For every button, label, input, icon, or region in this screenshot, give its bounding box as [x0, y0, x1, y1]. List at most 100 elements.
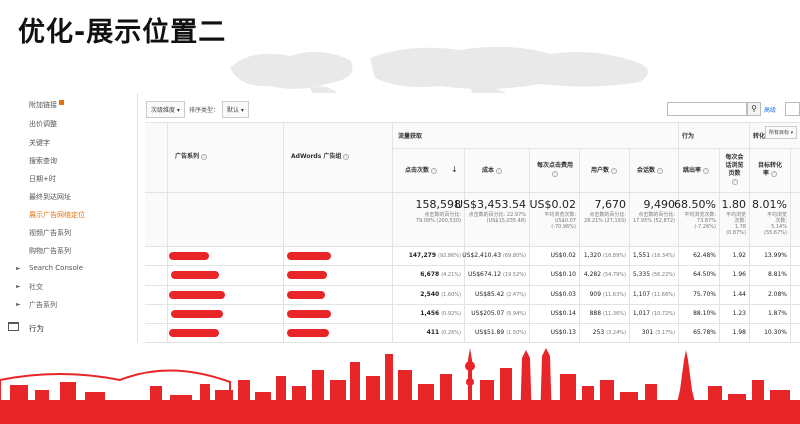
redacted-campaign-name	[169, 291, 225, 299]
row-conv: 13.99%	[764, 252, 787, 259]
redacted-campaign-name	[169, 329, 219, 337]
row-pages: 1.23	[732, 310, 746, 317]
expand-arrow-icon[interactable]: ►	[16, 301, 21, 308]
goal-selector-dropdown[interactable]: 所有目标 ▾	[765, 126, 798, 139]
sort-desc-icon[interactable]: ↓	[451, 165, 458, 174]
row-bounce: 62.48%	[693, 252, 716, 259]
redacted-adgroup-name	[287, 252, 331, 260]
col-goal-conversion-rate[interactable]: 目标转化率 ?	[751, 162, 789, 178]
view-toggle-button[interactable]	[785, 102, 800, 116]
row-sessions: 301 (3.17%)	[641, 329, 675, 336]
row-bounce: 75.70%	[693, 291, 716, 298]
col-campaign[interactable]: 广告系列 ?	[175, 153, 208, 161]
secondary-dimension-dropdown[interactable]: 次级维度 ▾	[146, 100, 185, 118]
sidebar-group-social[interactable]: 社交	[29, 282, 43, 292]
row-users: 253 (3.24%)	[592, 329, 626, 336]
sidebar-group-search-console[interactable]: Search Console	[29, 264, 83, 272]
sort-type-dropdown[interactable]: 默认 ▾	[221, 100, 249, 118]
summary-bounce-note: 平均浏览次数: 73.87% (-7.26%)	[684, 212, 716, 230]
row-bounce: 64.50%	[693, 271, 716, 278]
summary-conv-note: 平均浏览 次数: 5.14% (55.67%)	[764, 212, 787, 236]
new-badge	[59, 100, 64, 105]
analytics-screenshot: 附加链接 出价调整 关键字 搜索查询 日期+时 最终到达网址 展示广告网络定位 …	[5, 93, 800, 343]
summary-pages: 1.80	[721, 198, 747, 211]
summary-bounce: 68.50%	[674, 198, 716, 211]
summary-users: 7,670	[594, 198, 627, 211]
expand-arrow-icon[interactable]: ►	[16, 283, 21, 290]
redacted-adgroup-name	[287, 291, 325, 299]
sidebar-item-bid-adjustments[interactable]: 出价调整	[29, 119, 57, 129]
sort-type-label: 排序类型：	[188, 106, 219, 114]
col-bounce-rate[interactable]: 跳出率 ?	[683, 167, 710, 175]
col-cost[interactable]: 成本 ?	[482, 167, 503, 175]
row-cost: US$2,410.43 (69.80%)	[462, 252, 526, 259]
sidebar-item-keywords[interactable]: 关键字	[29, 138, 50, 148]
row-cost: US$674.12 (19.52%)	[468, 271, 526, 278]
row-cost: US$205.07 (5.94%)	[471, 310, 526, 317]
row-clicks: 2,540 (1.60%)	[420, 291, 461, 298]
row-bounce: 65.78%	[693, 329, 716, 336]
summary-cpc-note: 平均浏览次数: US$0.07 (-70.96%)	[544, 212, 576, 230]
slide-title: 优化-展示位置二	[18, 17, 227, 48]
search-icon[interactable]: ⚲	[747, 102, 761, 116]
data-table: 流量获取 行为 转化 所有目标 ▾ 广告系列 ? AdWords 广告组 ? 点…	[145, 122, 800, 343]
redacted-campaign-name	[171, 271, 219, 279]
row-pages: 1.92	[732, 252, 746, 259]
row-conv: 8.81%	[767, 271, 787, 278]
expand-arrow-icon[interactable]: ►	[16, 265, 21, 272]
row-clicks: 411 (0.26%)	[426, 329, 461, 336]
col-clicks[interactable]: 点击次数 ?	[405, 167, 438, 175]
col-adgroup[interactable]: AdWords 广告组 ?	[291, 153, 350, 161]
sidebar-item-sitelinks[interactable]: 附加链接	[29, 100, 64, 110]
table-search-input[interactable]	[667, 102, 747, 116]
sidebar-item-hour-of-day[interactable]: 日期+时	[29, 174, 56, 184]
world-map-decoration	[230, 46, 648, 98]
row-sessions: 1,107 (11.66%)	[632, 291, 675, 298]
row-conv: 2.08%	[767, 291, 787, 298]
col-sessions[interactable]: 会话数 ?	[637, 167, 664, 175]
group-conversion: 转化	[753, 133, 766, 140]
sidebar-item-video-campaigns[interactable]: 视频广告系列	[29, 228, 71, 238]
row-users: 4,282 (54.79%)	[583, 271, 626, 278]
row-cpc: US$0.14	[550, 310, 576, 317]
summary-clicks-note: 点击数的百分比: 79.09% (200,530)	[415, 212, 461, 224]
col-pages-per-session[interactable]: 每次会 话浏览 页数?	[721, 154, 748, 186]
redacted-campaign-name	[169, 252, 209, 260]
group-acquisition: 流量获取	[398, 133, 423, 140]
redacted-adgroup-name	[287, 271, 327, 279]
summary-cost: US$3,453.54	[454, 198, 526, 211]
row-cpc: US$0.10	[550, 271, 576, 278]
report-toolbar: 次级维度 ▾ 排序类型： 默认 ▾	[146, 100, 253, 118]
summary-pages-note: 平均浏览 次数: 1.78 (0.87%)	[725, 212, 746, 236]
sidebar-section-behavior[interactable]: 行为	[29, 323, 44, 334]
group-behavior: 行为	[682, 133, 695, 140]
row-sessions: 1,017 (10.72%)	[632, 310, 675, 317]
row-clicks: 6,678 (4.21%)	[420, 271, 461, 278]
row-users: 888 (11.36%)	[589, 310, 626, 317]
summary-sessions-note: 点击数的百分比: 17.95% (52,872)	[632, 212, 675, 224]
sidebar-item-final-urls[interactable]: 最终到达网址	[29, 192, 71, 202]
summary-conv: 8.01%	[752, 198, 787, 211]
col-users[interactable]: 用户数 ?	[591, 167, 618, 175]
sidebar-item-shopping-campaigns[interactable]: 购物广告系列	[29, 246, 71, 256]
sidebar-item-search-queries[interactable]: 搜索查询	[29, 156, 57, 166]
summary-cost-note: 点击数的百分比: 22.97% (US$15,035.48)	[468, 212, 526, 224]
row-pages: 1.98	[732, 329, 746, 336]
row-cost: US$51.89 (1.50%)	[475, 329, 526, 336]
row-clicks: 1,456 (0.92%)	[420, 310, 461, 317]
redacted-campaign-name	[171, 310, 223, 318]
row-pages: 1.96	[732, 271, 746, 278]
row-sessions: 5,335 (56.22%)	[632, 271, 675, 278]
sidebar-item-display-targeting[interactable]: 展示广告网络定位	[29, 210, 85, 220]
row-cpc: US$0.02	[550, 252, 576, 259]
redacted-adgroup-name	[287, 329, 329, 337]
advanced-filter-link[interactable]: 高级	[764, 105, 776, 114]
row-clicks: 147,279 (92.86%)	[408, 252, 461, 259]
row-sessions: 1,551 (16.34%)	[632, 252, 675, 259]
row-conv: 1.87%	[767, 310, 787, 317]
col-cpc[interactable]: 每次点击费用?	[533, 162, 577, 178]
summary-cpc: US$0.02	[529, 198, 576, 211]
sidebar-group-campaigns[interactable]: 广告系列	[29, 300, 57, 310]
row-cpc: US$0.13	[550, 329, 576, 336]
row-cost: US$85.42 (2.47%)	[475, 291, 526, 298]
